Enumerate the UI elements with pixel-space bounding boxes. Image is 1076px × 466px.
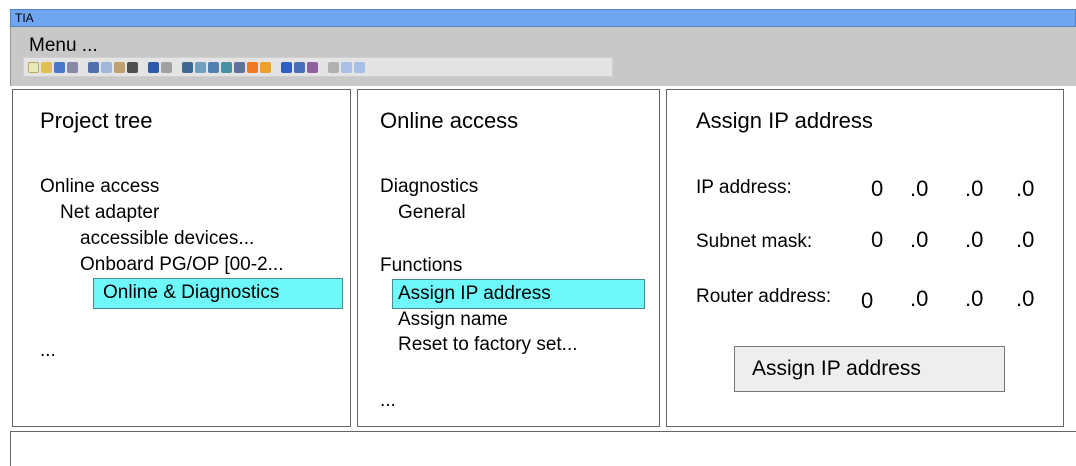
undo-icon[interactable]: [148, 61, 159, 73]
new-project-icon[interactable]: [28, 61, 39, 73]
ip-address-label: IP address:: [696, 177, 792, 198]
split-horizontal-icon[interactable]: [341, 61, 352, 73]
router-octet-3[interactable]: .0: [965, 287, 983, 311]
upload-icon[interactable]: [208, 61, 219, 73]
project-tree-panel: Project tree Online access Net adapter a…: [12, 89, 351, 427]
panel-title: Project tree: [40, 108, 153, 133]
subnet-octet-2[interactable]: .0: [910, 228, 928, 252]
router-octet-1[interactable]: 0: [861, 289, 873, 313]
menu-button[interactable]: Menu ...: [29, 36, 98, 56]
download-icon[interactable]: [195, 61, 206, 73]
open-project-icon[interactable]: [41, 61, 52, 73]
cut-icon[interactable]: [88, 61, 99, 73]
function-reset-factory[interactable]: Reset to factory set...: [398, 334, 578, 356]
ip-octet-3[interactable]: .0: [965, 177, 983, 201]
ip-octet-2[interactable]: .0: [910, 177, 928, 201]
panel-title: Assign IP address: [696, 108, 873, 133]
subnet-octet-3[interactable]: .0: [965, 228, 983, 252]
ip-octet-1[interactable]: 0: [871, 177, 883, 201]
window-title: TIA: [15, 11, 34, 25]
tree-item-accessible-devices[interactable]: accessible devices...: [80, 228, 254, 250]
copy-icon[interactable]: [101, 61, 112, 73]
toolbar-separator: [174, 62, 180, 73]
router-octet-2[interactable]: .0: [910, 287, 928, 311]
assign-ip-panel: Assign IP address IP address: 0 .0 .0 .0…: [666, 89, 1064, 427]
start-cpu-icon[interactable]: [247, 61, 258, 73]
tree-more: ...: [40, 340, 56, 361]
diagnostics-general[interactable]: General: [398, 202, 466, 224]
status-bar: [10, 431, 1076, 466]
title-bar: TIA: [10, 9, 1076, 27]
functions-more: ...: [380, 390, 396, 411]
function-assign-ip-label: Assign IP address: [398, 283, 551, 304]
print-icon[interactable]: [67, 61, 78, 73]
toolbar: [23, 57, 613, 77]
panel-title: Online access: [380, 108, 519, 133]
router-octet-4[interactable]: .0: [1016, 287, 1034, 311]
redo-icon[interactable]: [161, 61, 172, 73]
split-vertical-icon[interactable]: [354, 61, 365, 73]
cross-reference-icon[interactable]: [294, 61, 305, 73]
toolbar-separator: [80, 62, 86, 73]
functions-heading: Functions: [380, 255, 463, 276]
paste-icon[interactable]: [114, 61, 125, 73]
save-project-icon[interactable]: [54, 61, 65, 73]
go-offline-icon[interactable]: [234, 61, 245, 73]
online-access-panel: Online access Diagnostics General Functi…: [357, 89, 660, 427]
close-icon[interactable]: [328, 61, 339, 73]
compile-icon[interactable]: [182, 61, 193, 73]
toolbar-separator: [140, 62, 146, 73]
toolbar-separator: [273, 62, 279, 73]
diagnostics-icon[interactable]: [307, 61, 318, 73]
subnet-mask-label: Subnet mask:: [696, 231, 813, 252]
tree-item-online-diagnostics-selected[interactable]: Online & Diagnostics: [93, 278, 343, 309]
tree-item-onboard-pgop[interactable]: Onboard PG/OP [00-2...: [80, 254, 283, 276]
toolbar-separator: [320, 62, 326, 73]
subnet-octet-4[interactable]: .0: [1016, 228, 1034, 252]
function-assign-ip-selected[interactable]: Assign IP address: [392, 279, 645, 309]
router-address-label: Router address:: [696, 286, 832, 307]
function-assign-name[interactable]: Assign name: [398, 309, 508, 331]
ip-octet-4[interactable]: .0: [1016, 177, 1034, 201]
delete-icon[interactable]: [127, 61, 138, 73]
tree-item-online-diagnostics-label: Online & Diagnostics: [103, 282, 280, 303]
tree-item-online-access[interactable]: Online access: [40, 176, 159, 198]
diagnostics-heading: Diagnostics: [380, 176, 479, 197]
accessible-devices-icon[interactable]: [281, 61, 292, 73]
stop-cpu-icon[interactable]: [260, 61, 271, 73]
subnet-octet-1[interactable]: 0: [871, 228, 883, 252]
go-online-icon[interactable]: [221, 61, 232, 73]
tree-item-net-adapter[interactable]: Net adapter: [60, 202, 159, 224]
assign-ip-button[interactable]: Assign IP address: [734, 346, 1005, 392]
